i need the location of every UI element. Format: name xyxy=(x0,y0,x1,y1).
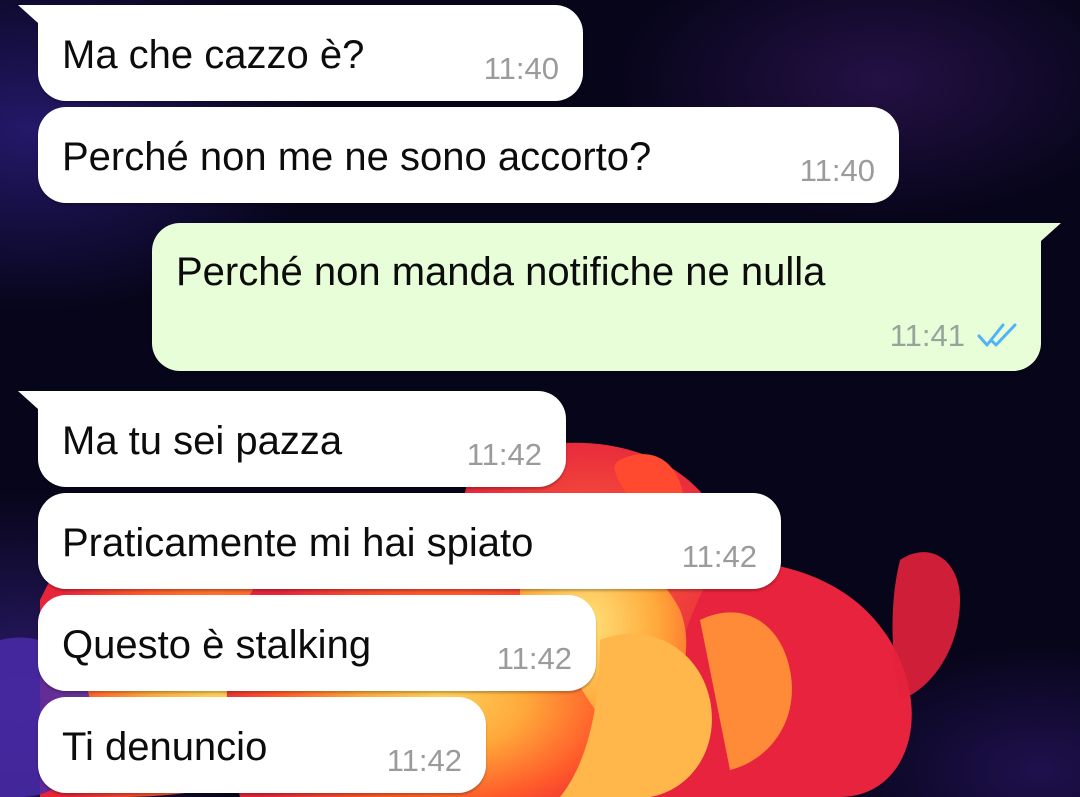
message-timestamp: 11:42 xyxy=(386,743,462,778)
bubble-tail xyxy=(18,5,38,23)
message-timestamp: 11:41 xyxy=(889,318,965,353)
message-text: Questo è stalking xyxy=(62,623,372,667)
message-bubble-incoming[interactable]: Praticamente mi hai spiato 11:42 xyxy=(38,493,781,589)
bubble-tail xyxy=(18,391,38,409)
message-timestamp: 11:40 xyxy=(483,51,559,86)
bubble-tail xyxy=(1041,223,1061,241)
message-timestamp: 11:42 xyxy=(466,437,542,472)
message-text: Ma che cazzo è? xyxy=(62,33,365,77)
message-timestamp: 11:40 xyxy=(799,153,875,188)
message-bubble-incoming[interactable]: Ma che cazzo è? 11:40 xyxy=(18,5,583,101)
message-bubble-outgoing[interactable]: Perché non manda notifiche ne nulla 11:4… xyxy=(152,223,1061,371)
message-text: Praticamente mi hai spiato xyxy=(62,521,534,565)
message-bubble-incoming[interactable]: Perché non me ne sono accorto? 11:40 xyxy=(38,107,899,203)
message-bubble-incoming[interactable]: Ma tu sei pazza 11:42 xyxy=(18,391,566,487)
message-bubble-incoming[interactable]: Questo è stalking 11:42 xyxy=(38,595,596,691)
message-text: Ti denuncio xyxy=(62,725,268,769)
message-text: Perché non manda notifiche ne nulla xyxy=(176,250,826,294)
message-text: Ma tu sei pazza xyxy=(62,419,343,463)
double-check-icon xyxy=(977,323,1017,347)
message-timestamp: 11:42 xyxy=(496,641,572,676)
message-bubble-incoming[interactable]: Ti denuncio 11:42 xyxy=(38,697,486,793)
message-timestamp: 11:42 xyxy=(681,539,757,574)
message-text: Perché non me ne sono accorto? xyxy=(62,135,652,179)
